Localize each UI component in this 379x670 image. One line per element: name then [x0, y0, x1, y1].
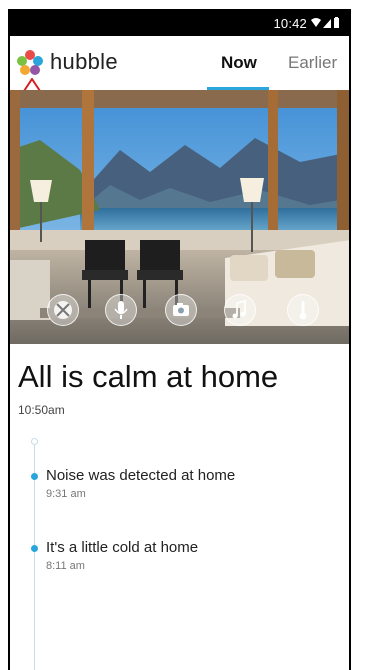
hubble-logo-icon: [17, 50, 43, 75]
wifi-icon: [311, 18, 321, 27]
app-bar: hubble Now Earlier: [10, 36, 349, 90]
thermometer-icon: [299, 301, 307, 320]
event-title: It's a little cold at home: [46, 539, 199, 556]
event-time: 8:11 am: [46, 560, 85, 572]
microphone-icon: [114, 301, 128, 319]
event-dot: [31, 545, 38, 552]
temperature-button[interactable]: [287, 294, 319, 326]
status-bar: 10:42: [10, 11, 349, 36]
camera-live-view[interactable]: [10, 90, 349, 344]
snapshot-button[interactable]: [165, 294, 197, 326]
event-title: Noise was detected at home: [46, 467, 236, 484]
app-name: hubble: [50, 49, 118, 74]
status-headline: All is calm at home: [18, 359, 279, 394]
tab-now[interactable]: Now: [221, 53, 257, 73]
camera-controls: [10, 294, 349, 330]
camera-icon: [173, 303, 189, 316]
phone-screen: 10:42 hubble Now Earlier All is calm at …: [8, 9, 351, 670]
music-icon: [232, 299, 246, 319]
mute-icon: [54, 301, 72, 319]
event-dot: [31, 473, 38, 480]
status-time: 10:42: [273, 16, 307, 31]
tab-earlier[interactable]: Earlier: [288, 53, 337, 73]
timeline-start-dot: [31, 438, 38, 445]
mute-button[interactable]: [47, 294, 79, 326]
event-time: 9:31 am: [46, 488, 86, 500]
signal-icon: [323, 19, 331, 28]
microphone-button[interactable]: [105, 294, 137, 326]
status-time-label: 10:50am: [18, 403, 65, 417]
battery-icon: [334, 17, 339, 28]
lullaby-button[interactable]: [224, 294, 256, 326]
status-icons: [311, 17, 339, 28]
